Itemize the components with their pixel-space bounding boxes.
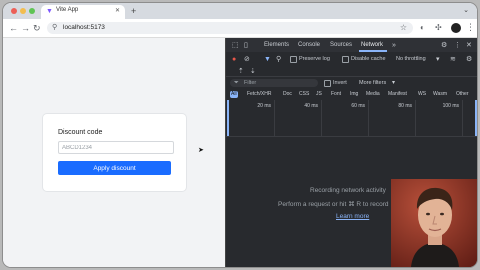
import-har-icon[interactable]: ⇡ (238, 67, 244, 76)
filter-funnel-icon[interactable]: ▼ (264, 55, 271, 64)
timeline-tick-label: 60 ms (351, 103, 365, 109)
discount-card: Discount code Apply discount (43, 114, 186, 191)
tab-title: Vite App (56, 7, 79, 13)
close-tab-icon[interactable]: ✕ (115, 7, 120, 14)
filter-chip-img[interactable]: Img (349, 91, 359, 98)
timeline-gridline (462, 100, 463, 136)
tab-sources[interactable]: Sources (330, 42, 352, 48)
filter-chip-ws[interactable]: WS (417, 91, 427, 98)
discount-code-input[interactable] (58, 141, 174, 154)
tab-network[interactable]: Network (361, 42, 383, 48)
export-har-icon[interactable]: ⇣ (250, 67, 256, 76)
maximize-window-button[interactable] (29, 8, 35, 14)
filter-chip-css[interactable]: CSS (298, 91, 310, 98)
extension-icon[interactable]: ◐ (420, 23, 425, 33)
back-icon[interactable]: ← (9, 22, 18, 34)
timeline-gridline (274, 100, 275, 136)
filter-input[interactable]: ⏷ Filter (230, 79, 318, 87)
more-tabs-icon[interactable]: » (392, 41, 396, 50)
timeline-tick-label: 40 ms (304, 103, 318, 109)
timeline-tick-label: 80 ms (398, 103, 412, 109)
preserve-log-label: Preserve log (299, 56, 330, 62)
browser-tab[interactable]: ▼ Vite App ✕ (41, 5, 125, 19)
filter-chip-wasm[interactable]: Wasm (432, 91, 448, 98)
throttling-chevron-icon[interactable]: ▾ (436, 55, 440, 64)
close-devtools-icon[interactable]: ✕ (466, 41, 472, 50)
tab-strip: ▼ Vite App ✕ + ⌄ (3, 3, 477, 19)
apply-discount-button[interactable]: Apply discount (58, 161, 171, 175)
profile-avatar[interactable] (451, 23, 461, 33)
minimize-window-button[interactable] (20, 8, 26, 14)
disable-cache-checkbox[interactable] (342, 56, 349, 63)
filter-chip-font[interactable]: Font (330, 91, 342, 98)
devtools-menu-icon[interactable]: ⋮ (454, 41, 461, 50)
filter-chip-all[interactable]: All (230, 91, 238, 98)
url-text: localhost:5173 (63, 24, 105, 31)
tab-console[interactable]: Console (298, 42, 320, 48)
timeline-gridline (368, 100, 369, 136)
timeline-tick-label: 100 ms (442, 103, 459, 109)
empty-state-hint: Perform a request or hit ⌘ R to record (278, 201, 389, 208)
timeline-tick-label: 20 ms (257, 103, 271, 109)
inspect-element-icon[interactable]: ⬚ (232, 41, 239, 50)
filter-chip-js[interactable]: JS (315, 91, 323, 98)
mouse-cursor-icon: ➤ (198, 147, 204, 154)
wifi-icon[interactable]: ≋ (450, 55, 456, 64)
browser-toolbar: ← → ↻ ⚲ localhost:5173 ☆ ◐ ✣ ⋮ (3, 19, 477, 38)
web-page: Discount code Apply discount ➤ (3, 38, 225, 267)
network-controls-row: ● ⊘ ▼ ⚲ Preserve log Disable cache No th… (226, 52, 477, 67)
settings-gear-icon[interactable]: ⚙ (441, 41, 447, 50)
reload-icon[interactable]: ↻ (33, 22, 41, 34)
search-icon[interactable]: ⚲ (276, 55, 281, 64)
filter-icon: ⏷ (234, 80, 239, 86)
network-settings-icon[interactable]: ⚙ (466, 55, 472, 64)
record-icon[interactable]: ● (232, 55, 236, 64)
clear-icon[interactable]: ⊘ (244, 55, 250, 64)
throttling-select[interactable]: No throttling (396, 56, 426, 62)
preserve-log-checkbox[interactable] (290, 56, 297, 63)
timeline-gridline (415, 100, 416, 136)
timeline-left-handle[interactable] (227, 100, 229, 136)
new-tab-button[interactable]: + (131, 5, 136, 17)
filter-chip-fetch-xhr[interactable]: Fetch/XHR (246, 91, 272, 98)
empty-state-title: Recording network activity (310, 187, 386, 194)
browser-window: ▼ Vite App ✕ + ⌄ ← → ↻ ⚲ localhost:5173 … (3, 3, 477, 267)
filter-chip-media[interactable]: Media (365, 91, 381, 98)
tab-elements[interactable]: Elements (264, 42, 289, 48)
filter-chip-other[interactable]: Other (455, 91, 470, 98)
invert-label: Invert (333, 80, 347, 86)
devtools-tabbar: ⬚ ▯ Elements Console Sources Network » ⚙… (226, 38, 477, 53)
extensions-puzzle-icon[interactable]: ✣ (435, 23, 442, 33)
timeline-overview[interactable]: 20 ms 40 ms 60 ms 80 ms 100 ms (226, 100, 477, 137)
browser-menu-icon[interactable]: ⋮ (466, 22, 475, 33)
more-filters-chevron-icon[interactable]: ▾ (392, 79, 395, 88)
invert-checkbox[interactable] (324, 80, 331, 87)
more-filters-button[interactable]: More filters (359, 80, 386, 86)
vite-favicon-icon: ▼ (46, 8, 53, 15)
timeline-gridline (321, 100, 322, 136)
presenter-face-image (391, 179, 477, 267)
site-info-icon[interactable]: ⚲ (52, 23, 57, 31)
discount-code-label: Discount code (58, 129, 103, 136)
device-toolbar-icon[interactable]: ▯ (244, 41, 248, 50)
import-export-row: ⇡ ⇣ (226, 66, 477, 77)
webcam-presenter-video (391, 179, 477, 267)
close-window-button[interactable] (11, 8, 17, 14)
filter-placeholder: Filter (244, 80, 257, 86)
filter-chip-doc[interactable]: Doc (282, 91, 293, 98)
tab-search-chevron-icon[interactable]: ⌄ (463, 6, 469, 14)
disable-cache-label: Disable cache (351, 56, 386, 62)
timeline-right-handle[interactable] (475, 100, 477, 136)
address-bar[interactable]: ⚲ localhost:5173 ☆ (47, 22, 413, 34)
forward-icon[interactable]: → (21, 22, 30, 34)
filter-chip-manifest[interactable]: Manifest (387, 91, 408, 98)
bookmark-star-icon[interactable]: ☆ (400, 23, 407, 33)
learn-more-link[interactable]: Learn more (336, 213, 369, 220)
